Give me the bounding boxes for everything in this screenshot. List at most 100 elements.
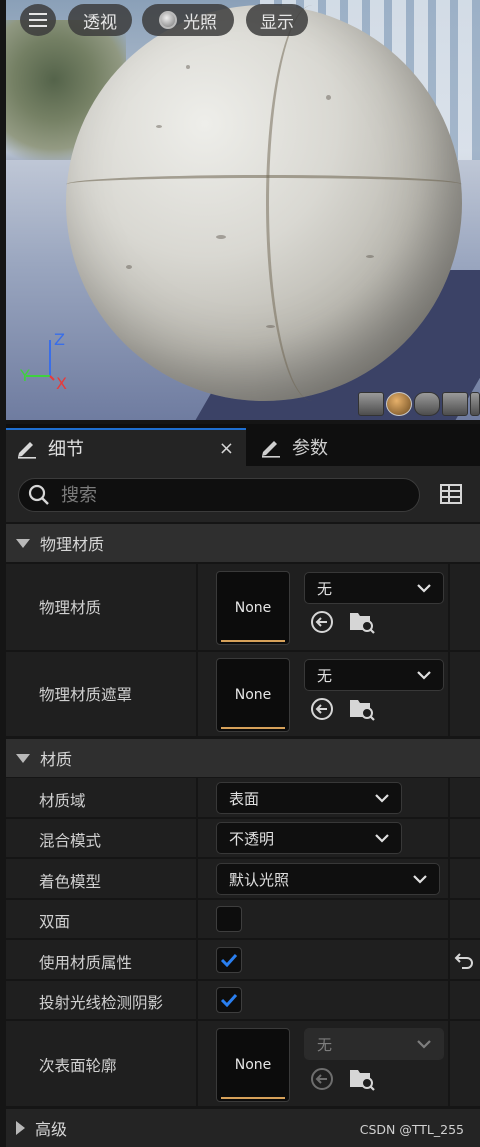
perspective-label: 透视: [83, 12, 117, 33]
lighting-label: 光照: [183, 12, 217, 33]
asset-thumbnail[interactable]: None: [216, 571, 290, 645]
asset-picker-value: 无: [317, 579, 333, 598]
chevron-down-icon: [16, 753, 30, 763]
property-label: 材质域: [39, 792, 86, 810]
property-row-blend-mode: 混合模式 不透明: [6, 819, 480, 859]
search-box[interactable]: [18, 478, 420, 512]
property-label: 使用材质属性: [39, 954, 133, 972]
chevron-down-icon: [16, 538, 30, 548]
dropdown-value: 表面: [229, 789, 260, 808]
axis-x-label: X: [56, 374, 67, 393]
asset-tools: [310, 697, 376, 721]
thumbnail-label: None: [234, 600, 272, 616]
chevron-down-icon: [413, 875, 427, 884]
tab-details[interactable]: 细节 ×: [6, 428, 246, 466]
axis-gizmo: Z Y X: [20, 330, 80, 393]
search-icon: [28, 484, 49, 505]
chevron-down-icon: [417, 671, 431, 680]
dropdown-value: 默认光照: [229, 870, 290, 889]
property-label: 投射光线检测阴影: [39, 994, 164, 1012]
property-label: 物理材质遮罩: [39, 686, 133, 704]
asset-picker-combo[interactable]: 无: [304, 659, 444, 691]
close-tab-icon[interactable]: ×: [219, 438, 234, 459]
asset-picker-value: 无: [317, 1035, 333, 1054]
section-material[interactable]: 材质: [6, 739, 480, 777]
pencil-icon: [262, 441, 280, 458]
property-label: 着色模型: [39, 873, 102, 891]
chevron-down-icon: [417, 1040, 431, 1049]
use-material-attributes-checkbox[interactable]: [216, 947, 242, 973]
preview-shape-selector: [358, 392, 480, 416]
checkmark-icon: [220, 953, 238, 967]
viewport-menu-button[interactable]: [20, 4, 56, 36]
property-row-physical-material-mask: 物理材质遮罩 None 无: [6, 652, 480, 738]
preview-sphere: [66, 5, 462, 401]
panel-tab-bar: 细节 × 参数: [6, 424, 480, 466]
lit-sphere-icon: [159, 11, 177, 29]
property-row-physical-material: 物理材质 None 无: [6, 564, 480, 652]
asset-thumbnail[interactable]: None: [216, 658, 290, 732]
checkmark-icon: [220, 993, 238, 1007]
dropdown-value: 不透明: [229, 829, 275, 848]
browse-asset-icon[interactable]: [348, 697, 376, 721]
blend-mode-dropdown[interactable]: 不透明: [216, 822, 402, 854]
thumbnail-label: None: [234, 687, 272, 703]
section-physical-material[interactable]: 物理材质: [6, 524, 480, 562]
asset-tools: [310, 1067, 376, 1091]
section-title: 物理材质: [40, 535, 105, 554]
asset-thumbnail[interactable]: None: [216, 1028, 290, 1102]
use-selected-asset-icon[interactable]: [310, 610, 334, 634]
table-view-icon[interactable]: [440, 483, 462, 505]
property-label: 次表面轮廓: [39, 1057, 117, 1075]
watermark: CSDN @TTL_255: [359, 1122, 464, 1137]
tab-details-label: 细节: [48, 439, 84, 460]
chevron-down-icon: [417, 584, 431, 593]
use-selected-asset-icon[interactable]: [310, 1067, 334, 1091]
cylinder-shape-button[interactable]: [358, 392, 384, 416]
chevron-down-icon: [375, 794, 389, 803]
property-row-subsurface-profile: 次表面轮廓 None 无: [6, 1021, 480, 1108]
tab-parameters-label: 参数: [292, 438, 328, 459]
property-label: 混合模式: [39, 832, 102, 850]
asset-picker-combo[interactable]: 无: [304, 572, 444, 604]
chevron-down-icon: [375, 834, 389, 843]
section-title: 材质: [40, 750, 73, 769]
property-row-use-material-attributes: 使用材质属性: [6, 940, 480, 981]
perspective-button[interactable]: 透视: [68, 4, 132, 36]
custom-shape-button[interactable]: [470, 392, 480, 416]
search-input[interactable]: [61, 484, 401, 506]
property-row-cast-ray-traced-shadows: 投射光线检测阴影: [6, 981, 480, 1021]
chevron-right-icon: [16, 1121, 25, 1135]
browse-asset-icon[interactable]: [348, 610, 376, 634]
axis-z-label: Z: [54, 330, 65, 349]
two-sided-checkbox[interactable]: [216, 906, 242, 932]
reset-to-default-icon[interactable]: [454, 951, 474, 969]
hamburger-menu-icon: [29, 13, 47, 27]
subsurface-profile-combo[interactable]: 无: [304, 1028, 444, 1060]
lighting-mode-button[interactable]: 光照: [142, 4, 234, 36]
asset-picker-value: 无: [317, 666, 333, 685]
property-label: 物理材质: [39, 599, 102, 617]
axis-y-label: Y: [20, 366, 30, 385]
use-selected-asset-icon[interactable]: [310, 697, 334, 721]
sphere-shape-button[interactable]: [386, 392, 412, 416]
material-preview-viewport[interactable]: 透视 光照 显示 Z Y X: [6, 0, 480, 420]
plane-shape-button[interactable]: [414, 392, 440, 416]
property-label: 双面: [39, 913, 71, 931]
pencil-icon: [18, 442, 36, 459]
asset-tools: [310, 610, 376, 634]
show-label: 显示: [260, 12, 294, 33]
property-row-shading-model: 着色模型 默认光照: [6, 859, 480, 900]
browse-asset-icon[interactable]: [348, 1067, 376, 1091]
cube-shape-button[interactable]: [442, 392, 468, 416]
tab-parameters[interactable]: 参数: [250, 428, 480, 466]
cast-ray-traced-shadows-checkbox[interactable]: [216, 987, 242, 1013]
material-domain-dropdown[interactable]: 表面: [216, 782, 402, 814]
section-title: 高级: [35, 1120, 68, 1139]
thumbnail-label: None: [234, 1057, 272, 1073]
show-button[interactable]: 显示: [246, 4, 308, 36]
property-row-material-domain: 材质域 表面: [6, 778, 480, 819]
property-row-two-sided: 双面: [6, 900, 480, 940]
search-row: [6, 466, 480, 522]
shading-model-dropdown[interactable]: 默认光照: [216, 863, 440, 895]
